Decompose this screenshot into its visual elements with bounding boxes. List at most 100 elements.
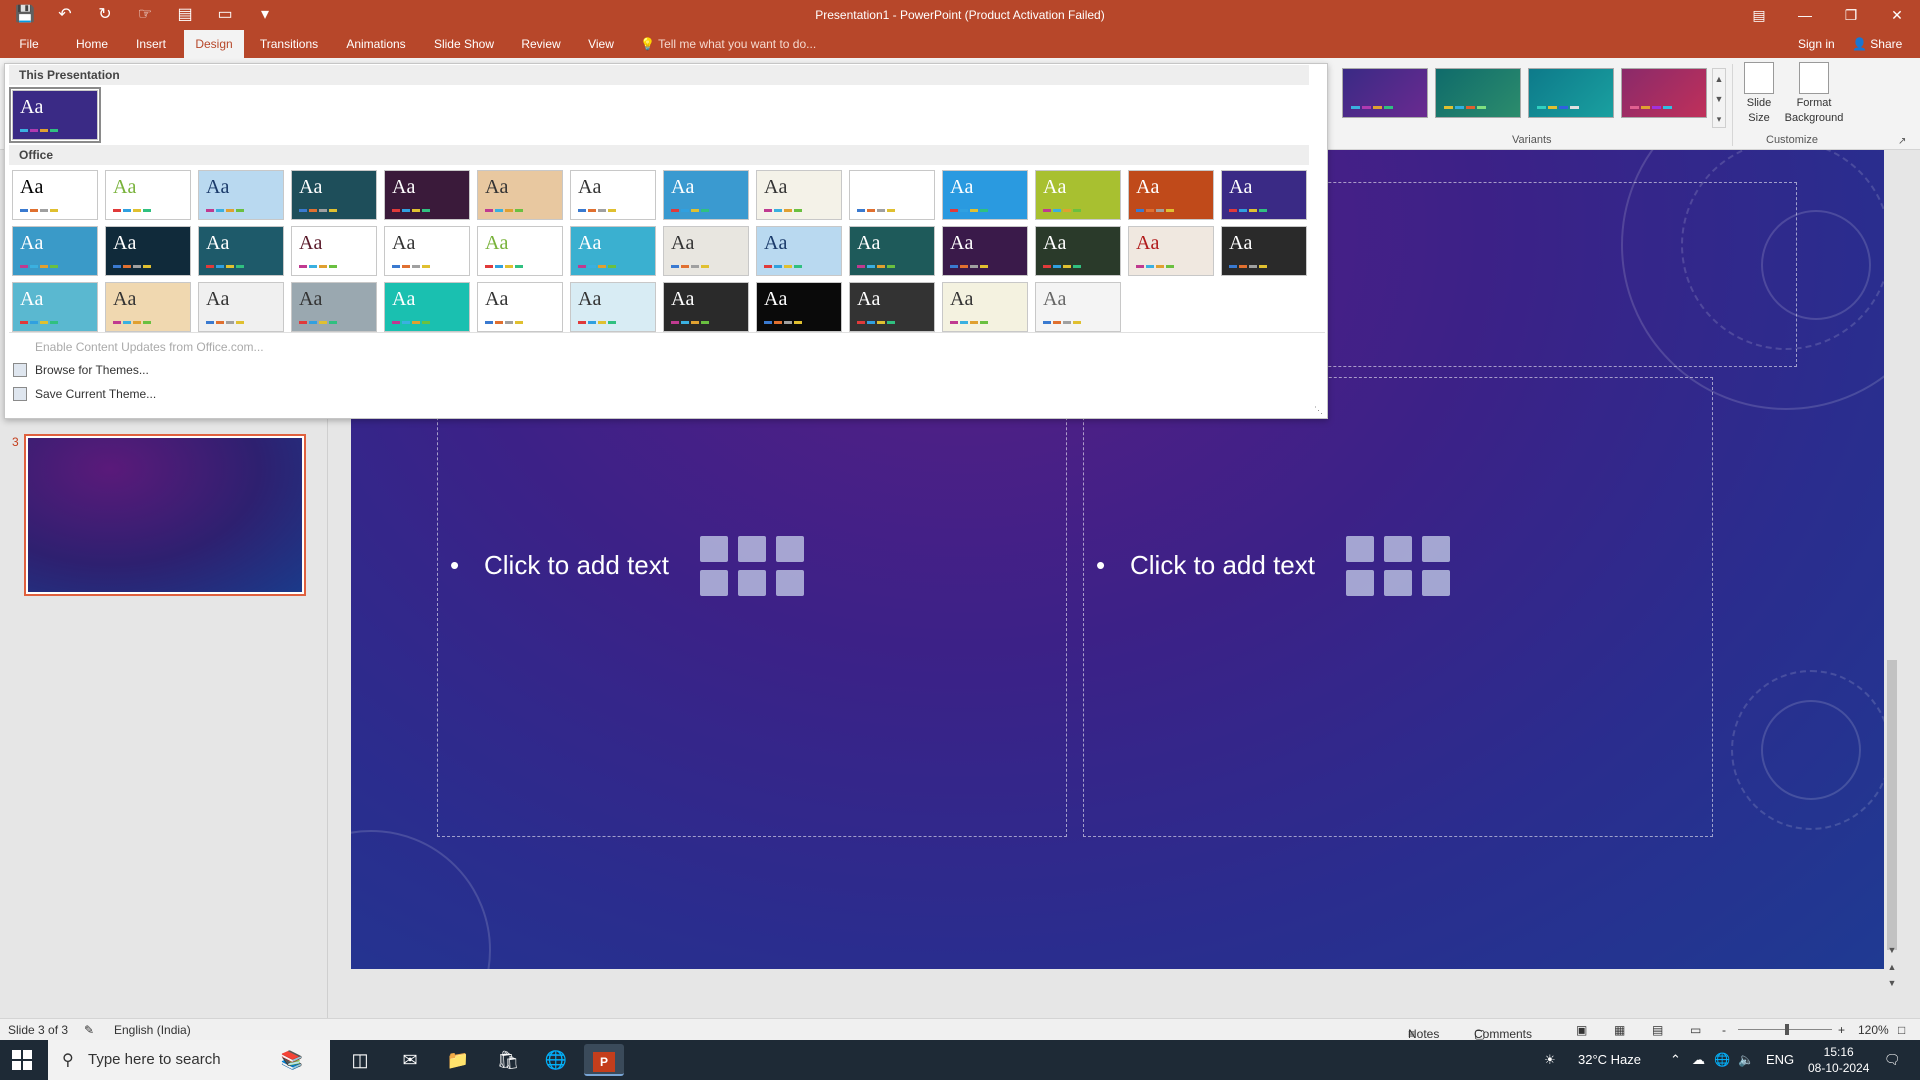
right-content-placeholder[interactable]: • Click to add text <box>1083 377 1713 837</box>
office-theme-14[interactable]: Aa <box>1221 170 1307 220</box>
insert-chart-icon[interactable] <box>1384 536 1412 562</box>
variant-3[interactable] <box>1528 68 1614 118</box>
office-theme-9[interactable]: Aa <box>756 170 842 220</box>
spellcheck-icon[interactable]: ✎ <box>84 1023 94 1037</box>
office-theme-27[interactable]: Aa <box>1128 226 1214 276</box>
browse-for-themes[interactable]: Browse for Themes... <box>13 363 149 377</box>
share-button[interactable]: 👤 Share <box>1852 30 1902 58</box>
insert-video-icon[interactable] <box>776 570 804 596</box>
onedrive-icon[interactable]: ☁ <box>1692 1052 1705 1068</box>
notifications-icon[interactable]: 🗨 <box>1884 1052 1901 1068</box>
online-pictures-icon[interactable] <box>738 570 766 596</box>
office-theme-26[interactable]: Aa <box>1035 226 1121 276</box>
mail-icon[interactable]: ✉ <box>390 1044 430 1076</box>
slide-size-button[interactable]: Slide Size <box>1738 62 1780 126</box>
scrollbar-thumb[interactable] <box>1887 660 1897 950</box>
restore-icon[interactable]: ❐ <box>1828 0 1874 30</box>
office-theme-1[interactable]: Aa <box>12 170 98 220</box>
office-theme-15[interactable]: Aa <box>12 226 98 276</box>
windows-start-icon[interactable] <box>12 1050 32 1070</box>
input-language[interactable]: ENG <box>1766 1052 1794 1067</box>
office-theme-31[interactable]: Aa <box>198 282 284 332</box>
tab-design[interactable]: Design <box>184 30 244 58</box>
tab-home[interactable]: Home <box>70 30 114 58</box>
office-theme-38[interactable]: Aa <box>849 282 935 332</box>
fit-slide-icon[interactable]: □ <box>1898 1023 1905 1037</box>
office-theme-6[interactable]: Aa <box>477 170 563 220</box>
weather-icon[interactable]: ☀ <box>1544 1052 1556 1068</box>
office-theme-34[interactable]: Aa <box>477 282 563 332</box>
previous-slide-icon[interactable]: ▲ <box>1884 962 1900 972</box>
left-content-placeholder[interactable]: • Click to add text <box>437 377 1067 837</box>
volume-icon[interactable]: 🔈 <box>1738 1052 1754 1068</box>
weather-text[interactable]: 32°C Haze <box>1578 1052 1641 1067</box>
insert-smartart-icon[interactable] <box>1422 536 1450 562</box>
zoom-slider[interactable] <box>1738 1024 1832 1035</box>
variants-more-button[interactable]: ▲ ▼ ▾ <box>1712 68 1726 128</box>
format-background-button[interactable]: Format Background <box>1780 62 1848 126</box>
zoom-slider-thumb[interactable] <box>1785 1024 1789 1035</box>
slide-sorter-icon[interactable]: ▦ <box>1614 1023 1625 1037</box>
office-theme-25[interactable]: Aa <box>942 226 1028 276</box>
office-theme-10[interactable]: Aa <box>849 170 935 220</box>
office-theme-13[interactable]: Aa <box>1128 170 1214 220</box>
current-theme[interactable]: Aa <box>9 87 101 143</box>
save-current-theme[interactable]: Save Current Theme... <box>13 387 156 401</box>
show-hidden-icons[interactable]: ⌃ <box>1670 1052 1681 1068</box>
variant-2[interactable] <box>1435 68 1521 118</box>
tab-insert[interactable]: Insert <box>128 30 174 58</box>
vertical-scrollbar[interactable]: ▼ ▲ ▼ <box>1884 150 1900 1018</box>
insert-video-icon[interactable] <box>1422 570 1450 596</box>
office-theme-20[interactable]: Aa <box>477 226 563 276</box>
office-theme-4[interactable]: Aa <box>291 170 377 220</box>
office-theme-40[interactable]: Aa <box>1035 282 1121 332</box>
office-theme-12[interactable]: Aa <box>1035 170 1121 220</box>
office-theme-19[interactable]: Aa <box>384 226 470 276</box>
search-highlight-icon[interactable]: 📚 <box>260 1044 324 1076</box>
office-theme-32[interactable]: Aa <box>291 282 377 332</box>
insert-table-icon[interactable] <box>1346 536 1374 562</box>
office-theme-29[interactable]: Aa <box>12 282 98 332</box>
tab-file[interactable]: File <box>12 30 46 58</box>
office-theme-36[interactable]: Aa <box>663 282 749 332</box>
pictures-icon[interactable] <box>700 570 728 596</box>
insert-smartart-icon[interactable] <box>776 536 804 562</box>
slideshow-view-icon[interactable]: ▭ <box>1690 1023 1701 1037</box>
language-status[interactable]: English (India) <box>114 1023 191 1037</box>
clock[interactable]: 15:16 08-10-2024 <box>1808 1044 1869 1076</box>
zoom-level[interactable]: 120% <box>1858 1023 1889 1037</box>
microsoft-store-icon[interactable]: 🛍 <box>488 1044 528 1076</box>
insert-table-icon[interactable] <box>700 536 728 562</box>
office-theme-33[interactable]: Aa <box>384 282 470 332</box>
office-theme-24[interactable]: Aa <box>849 226 935 276</box>
office-theme-2[interactable]: Aa <box>105 170 191 220</box>
pictures-icon[interactable] <box>1346 570 1374 596</box>
office-theme-16[interactable]: Aa <box>105 226 191 276</box>
tab-slide-show[interactable]: Slide Show <box>426 30 502 58</box>
zoom-out-button[interactable]: - <box>1722 1023 1726 1037</box>
network-icon[interactable]: 🌐 <box>1714 1052 1730 1068</box>
sign-in-link[interactable]: Sign in <box>1798 30 1835 58</box>
office-theme-5[interactable]: Aa <box>384 170 470 220</box>
office-theme-11[interactable]: Aa <box>942 170 1028 220</box>
office-theme-8[interactable]: Aa <box>663 170 749 220</box>
pin-ribbon-icon[interactable]: ↗ <box>1898 136 1906 147</box>
resize-grip-icon[interactable]: ⋱ <box>1314 405 1323 416</box>
tell-me-box[interactable]: 💡 Tell me what you want to do... <box>640 30 816 58</box>
variant-4[interactable] <box>1621 68 1707 118</box>
zoom-in-button[interactable]: + <box>1838 1023 1845 1037</box>
office-theme-30[interactable]: Aa <box>105 282 191 332</box>
office-theme-35[interactable]: Aa <box>570 282 656 332</box>
office-theme-18[interactable]: Aa <box>291 226 377 276</box>
normal-view-icon[interactable]: ▣ <box>1576 1023 1587 1037</box>
office-theme-39[interactable]: Aa <box>942 282 1028 332</box>
scroll-down-icon[interactable]: ▼ <box>1884 945 1900 955</box>
office-theme-21[interactable]: Aa <box>570 226 656 276</box>
file-explorer-icon[interactable]: 📁 <box>438 1044 478 1076</box>
office-theme-22[interactable]: Aa <box>663 226 749 276</box>
ribbon-display-icon[interactable]: ▤ <box>1736 0 1782 30</box>
office-theme-37[interactable]: Aa <box>756 282 842 332</box>
slide-thumbnail[interactable] <box>24 434 306 596</box>
online-pictures-icon[interactable] <box>1384 570 1412 596</box>
tab-transitions[interactable]: Transitions <box>252 30 326 58</box>
